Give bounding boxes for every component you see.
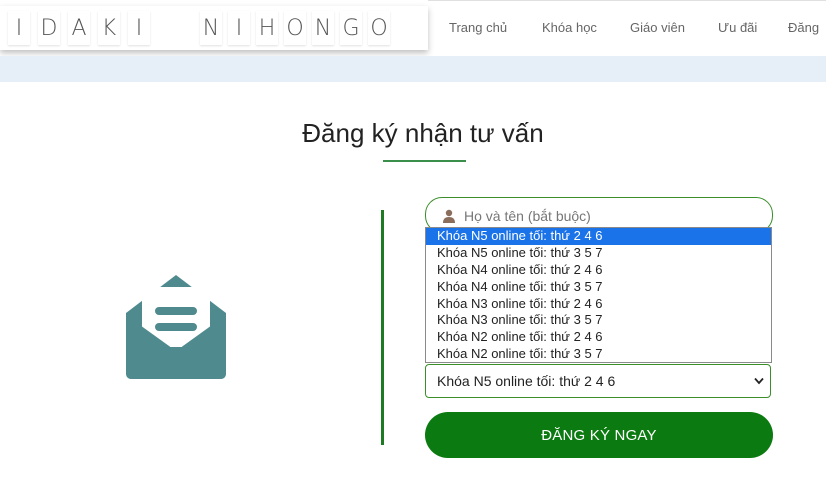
course-option[interactable]: Khóa N4 online tối: thứ 3 5 7 bbox=[426, 279, 771, 296]
page-title: Đăng ký nhận tư vấn bbox=[302, 118, 544, 148]
name-placeholder: Họ và tên (bắt buộc) bbox=[464, 208, 591, 224]
nav-courses[interactable]: Khóa học bbox=[542, 20, 597, 35]
person-icon bbox=[443, 209, 455, 223]
logo-letter: N bbox=[200, 11, 222, 45]
title-underline bbox=[383, 160, 466, 162]
course-option[interactable]: Khóa N3 online tối: thứ 2 4 6 bbox=[426, 296, 771, 313]
course-option[interactable]: Khóa N2 online tối: thứ 2 4 6 bbox=[426, 329, 771, 346]
logo-letter: N bbox=[312, 11, 334, 45]
course-option[interactable]: Khóa N4 online tối: thứ 2 4 6 bbox=[426, 262, 771, 279]
nav-home[interactable]: Trang chủ bbox=[449, 20, 507, 35]
course-select[interactable]: Khóa N5 online tối: thứ 2 4 6 bbox=[425, 364, 771, 398]
envelope-open-icon bbox=[126, 275, 226, 379]
course-option[interactable]: Khóa N2 online tối: thứ 3 5 7 bbox=[426, 346, 771, 363]
logo-letter: I bbox=[128, 11, 150, 45]
chevron-down-icon bbox=[754, 377, 764, 385]
logo-letter: G bbox=[340, 11, 362, 45]
header-band bbox=[0, 56, 826, 82]
logo-letter: D bbox=[38, 11, 60, 45]
site-header: I D A K I N I H O N G O Trang chủ Khóa h… bbox=[0, 0, 826, 56]
submit-button[interactable]: ĐĂNG KÝ NGAY bbox=[425, 412, 773, 458]
logo-letter: I bbox=[228, 11, 250, 45]
course-dropdown-list[interactable]: Khóa N5 online tối: thứ 2 4 6 Khóa N5 on… bbox=[425, 227, 772, 363]
header-divider bbox=[428, 0, 826, 1]
logo-letter: K bbox=[98, 11, 120, 45]
logo-letter: O bbox=[368, 11, 390, 45]
site-logo[interactable]: I D A K I N I H O N G O bbox=[0, 6, 428, 50]
course-option[interactable]: Khóa N5 online tối: thứ 2 4 6 bbox=[426, 228, 771, 245]
form-divider bbox=[381, 210, 384, 445]
nav-teachers[interactable]: Giáo viên bbox=[630, 20, 685, 35]
nav-register[interactable]: Đăng bbox=[788, 20, 819, 35]
course-select-value: Khóa N5 online tối: thứ 2 4 6 bbox=[437, 373, 616, 389]
logo-letter: I bbox=[8, 11, 30, 45]
course-option[interactable]: Khóa N3 online tối: thứ 3 5 7 bbox=[426, 312, 771, 329]
logo-letter: H bbox=[256, 11, 278, 45]
course-option[interactable]: Khóa N5 online tối: thứ 3 5 7 bbox=[426, 245, 771, 262]
logo-letter: A bbox=[68, 11, 90, 45]
nav-offers[interactable]: Ưu đãi bbox=[718, 20, 757, 35]
logo-letter: O bbox=[284, 11, 306, 45]
